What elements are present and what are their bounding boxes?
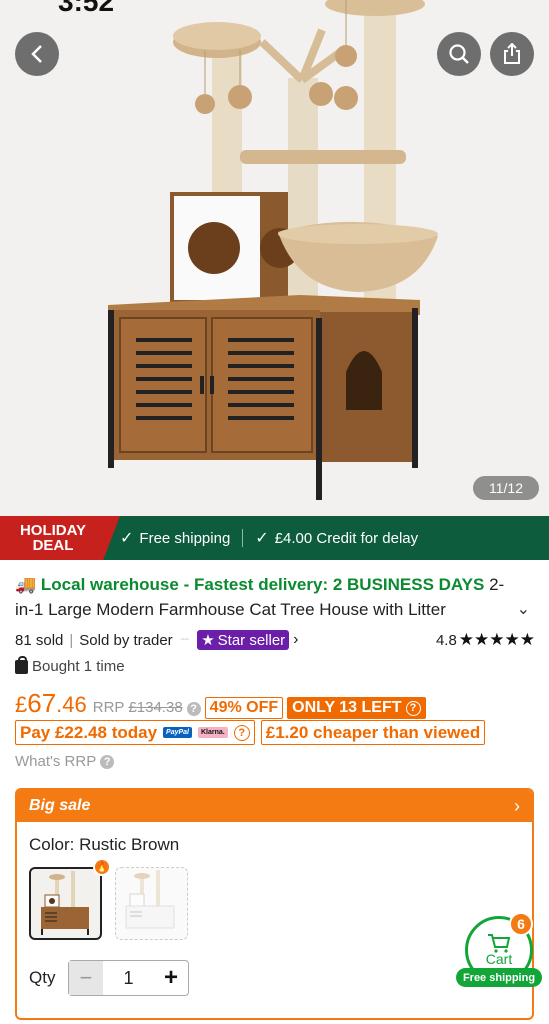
free-shipping-label: Free shipping (139, 529, 231, 547)
big-sale-header[interactable]: Big sale › (17, 790, 532, 822)
holiday-deal-banner[interactable]: HOLIDAY DEAL ✓ Free shipping ✓ £4.00 Cre… (0, 516, 549, 560)
discount-tag: 49% OFF (204, 697, 284, 719)
qty-decrease-button[interactable]: − (69, 961, 103, 995)
seller-row: 81 sold | Sold by trader ◦◦◦◦ ★ Star sel… (15, 629, 535, 651)
banner-divider (242, 529, 244, 547)
product-title[interactable]: 🚚 Local warehouse - Fastest delivery: 2 … (15, 572, 535, 622)
cart-icon (488, 934, 511, 953)
pay-row: Pay £22.48 today PayPal Klarna. ? £1.20 … (15, 720, 486, 745)
holiday-deal-line2: DEAL (32, 537, 74, 554)
current-price: £67.46 (15, 688, 87, 719)
bought-indicator: Bought 1 time (15, 655, 125, 675)
price-currency: £ (15, 692, 28, 717)
share-icon (504, 43, 520, 64)
fire-icon: 🔥 (93, 858, 111, 876)
cat-tree-product-image (108, 0, 438, 500)
chevron-right-icon[interactable]: › (293, 631, 298, 649)
color-swatch-white[interactable] (115, 867, 188, 940)
holiday-deal-badge: HOLIDAY DEAL (0, 516, 120, 560)
whats-rrp-label: What's RRP (15, 753, 97, 770)
holiday-deal-line1: HOLIDAY (19, 522, 87, 539)
color-label: Color: Rustic Brown (29, 835, 180, 854)
bought-label: Bought 1 time (32, 658, 125, 675)
product-image-gallery[interactable]: 3:52 11/12 (0, 0, 549, 516)
sold-by-trader[interactable]: Sold by trader (79, 632, 172, 649)
title-part2: in-1 Large Modern Farmhouse Cat Tree Hou… (15, 600, 446, 619)
paypal-logo: PayPal (163, 727, 192, 738)
trader-logo: ◦◦◦◦ (180, 637, 190, 643)
big-sale-label: Big sale (29, 797, 91, 814)
color-swatch-rustic-brown[interactable] (29, 867, 102, 940)
star-seller-badge[interactable]: ★ Star seller (197, 630, 290, 650)
cart-label: Cart (485, 951, 513, 967)
qty-label: Qty (29, 968, 56, 987)
search-icon (449, 44, 469, 64)
back-button[interactable] (15, 32, 59, 76)
chevron-left-icon (31, 45, 42, 63)
info-icon[interactable]: ? (186, 702, 201, 716)
pay-today-label: Pay £22.48 today (20, 722, 158, 742)
stock-tag[interactable]: ONLY 13 LEFT? (287, 697, 426, 719)
cart-free-shipping-badge: Free shipping (456, 968, 542, 987)
rrp-price: £134.38 (128, 699, 183, 716)
delay-credit-perk: ✓ £4.00 Credit for delay (255, 528, 418, 548)
delivery-label: Local warehouse - Fastest delivery: 2 BU… (40, 575, 485, 594)
cat-tree-thumbnail-brown (41, 871, 89, 935)
rrp-label: RRP (92, 699, 125, 716)
shopping-bag-icon (15, 655, 28, 674)
pay-today-box[interactable]: Pay £22.48 today PayPal Klarna. ? (15, 720, 255, 745)
qty-increase-button[interactable]: + (154, 961, 188, 995)
price-decimal: .46 (56, 692, 87, 717)
qty-value[interactable]: 1 (103, 961, 154, 995)
info-icon: ? (405, 700, 421, 716)
rating-stars-icon: ★★★★★ (458, 630, 535, 649)
price-row: £67.46 RRP £134.38 ? 49% OFF ONLY 13 LEF… (15, 688, 426, 719)
check-icon: ✓ (255, 530, 269, 547)
klarna-logo: Klarna. (198, 727, 228, 738)
delay-credit-label: £4.00 Credit for delay (274, 529, 419, 547)
stock-label: ONLY 13 LEFT (292, 699, 402, 716)
whats-rrp-link[interactable]: What's RRP ? (15, 753, 115, 770)
truck-icon: 🚚 (15, 575, 37, 594)
variant-card: Big sale › Color: Rustic Brown 🔥 Qty − 1 (15, 788, 534, 1020)
image-counter: 11/12 (473, 476, 539, 500)
check-icon: ✓ (120, 530, 134, 547)
title-part1: 2- (489, 575, 505, 594)
free-shipping-perk: ✓ Free shipping (120, 528, 230, 548)
rating[interactable]: 4.8 ★★★★★ (436, 630, 535, 650)
chevron-down-icon[interactable]: ⌄ (517, 597, 530, 622)
search-button[interactable] (437, 32, 481, 76)
star-seller-label: Star seller (217, 631, 286, 649)
cat-tree-thumbnail-white (125, 870, 175, 929)
sold-count: 81 sold (15, 631, 64, 649)
divider: | (69, 631, 74, 649)
chevron-right-icon: › (514, 795, 520, 816)
info-icon: ? (233, 724, 250, 741)
cart-count-badge: 6 (509, 912, 533, 936)
info-icon: ? (100, 754, 115, 769)
price-whole: 67 (27, 688, 57, 718)
share-button[interactable] (490, 32, 534, 76)
cheaper-than-viewed-box: £1.20 cheaper than viewed (260, 720, 486, 745)
quantity-stepper[interactable]: − 1 + (68, 960, 189, 996)
star-icon: ★ (201, 632, 215, 649)
rating-value: 4.8 (435, 631, 457, 649)
